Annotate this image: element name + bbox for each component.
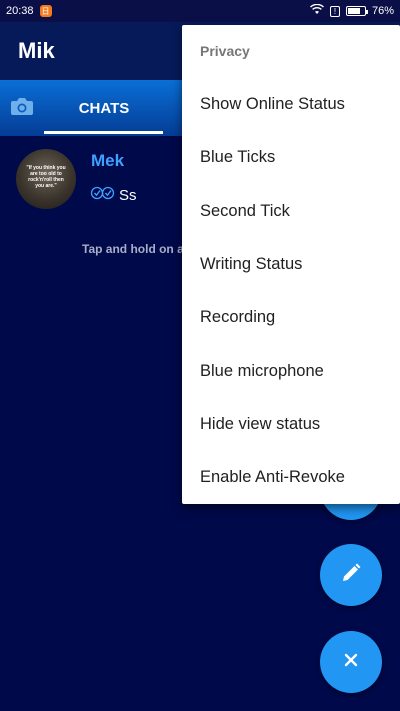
menu-item-recording[interactable]: Recording [182, 291, 400, 344]
menu-header: Privacy [200, 43, 250, 59]
avatar[interactable]: "If you think you are too old to rock'n'… [16, 149, 76, 209]
camera-tab[interactable] [0, 80, 44, 136]
chat-name: Mek [91, 151, 125, 170]
menu-item-show-online-status[interactable]: Show Online Status [182, 78, 400, 131]
wifi-icon [309, 3, 324, 18]
new-chat-button[interactable] [320, 544, 382, 606]
close-icon [344, 653, 358, 672]
notification-icon: 日 [39, 5, 52, 17]
menu-item-writing-status[interactable]: Writing Status [182, 238, 400, 291]
privacy-menu: Privacy Show Online Status Blue Ticks Se… [182, 25, 400, 504]
sim-alert-icon: ! [329, 5, 340, 17]
battery-icon [345, 6, 368, 16]
chat-preview-text: Ss [119, 186, 137, 204]
app-title: Mik [18, 38, 55, 63]
menu-item-second-tick[interactable]: Second Tick [182, 185, 400, 238]
battery-percent: 76% [371, 5, 394, 17]
tab-chats[interactable]: CHATS [44, 80, 164, 136]
status-bar: 20:38 日 ! 76% [0, 0, 400, 22]
menu-item-blue-microphone[interactable]: Blue microphone [182, 345, 400, 398]
menu-item-blue-ticks[interactable]: Blue Ticks [182, 131, 400, 184]
tab-indicator [44, 131, 163, 134]
battery-level [347, 8, 361, 14]
pencil-icon [340, 562, 362, 589]
read-ticks-icon [90, 186, 116, 204]
menu-item-hide-view-status[interactable]: Hide view status [182, 398, 400, 451]
close-fab-button[interactable] [320, 631, 382, 693]
camera-icon [10, 96, 34, 121]
avatar-caption: "If you think you are too old to rock'n'… [26, 165, 66, 189]
hint-text: Tap and hold on a [82, 242, 184, 256]
status-time: 20:38 [6, 5, 34, 17]
menu-item-enable-anti-revoke[interactable]: Enable Anti-Revoke [182, 451, 400, 504]
chat-preview: Ss [90, 186, 137, 204]
